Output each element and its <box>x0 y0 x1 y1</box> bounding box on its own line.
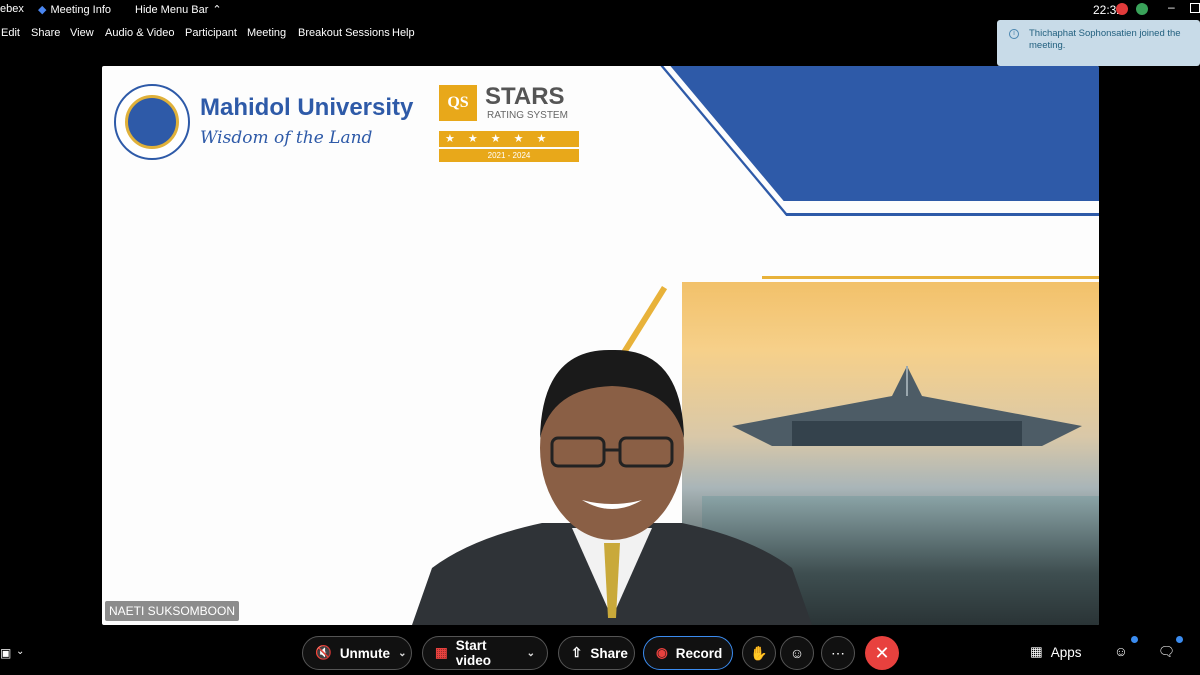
record-icon: ◉ <box>656 645 668 660</box>
recording-indicator-icon[interactable] <box>1116 3 1128 15</box>
share-label: Share <box>590 645 628 661</box>
app-name: ebex <box>0 3 24 15</box>
more-options-button[interactable]: ⋯ <box>821 636 855 670</box>
meeting-info-button[interactable]: ◆ Meeting Info <box>38 3 112 17</box>
university-seal-icon <box>114 84 190 160</box>
participants-notification-dot <box>1131 636 1138 643</box>
start-video-button[interactable]: ▦ Start video ⌄ <box>422 636 548 670</box>
slide-gold-line <box>762 276 1099 279</box>
qs-logo: QS <box>439 85 477 121</box>
slide-blue-banner <box>662 66 1099 201</box>
meeting-controls: ▣ ⌄ 🔇 Unmute ⌄ ▦ Start video ⌄ ⇧ Share ◉… <box>0 636 1200 672</box>
menu-breakout-sessions[interactable]: Breakout Sessions <box>298 27 390 39</box>
university-motto: Wisdom of the Land <box>200 128 373 148</box>
ellipsis-icon: ⋯ <box>831 644 845 661</box>
menu-view[interactable]: View <box>70 27 94 39</box>
video-off-icon: ▦ <box>435 645 448 660</box>
chat-notification-dot <box>1176 636 1183 643</box>
menu-participant[interactable]: Participant <box>185 27 237 39</box>
chevron-up-icon: ⌃ <box>212 4 222 16</box>
minimize-window-button[interactable]: – <box>1168 0 1175 14</box>
participants-icon: ☺ <box>1114 644 1128 659</box>
chat-bubble-icon: 🗨 <box>1158 644 1176 659</box>
record-label: Record <box>675 645 723 661</box>
menu-share[interactable]: Share <box>31 27 60 39</box>
meeting-info-label: Meeting Info <box>50 3 112 16</box>
menu-help[interactable]: Help <box>392 27 415 39</box>
star-rating-icon: ★★★★★ <box>445 133 560 145</box>
stars-title: STARS <box>485 83 565 110</box>
hide-menu-bar-button[interactable]: Hide Menu Bar ⌃ <box>135 3 222 17</box>
chat-button[interactable]: 🗨 <box>1158 644 1175 660</box>
share-button[interactable]: ⇧ Share <box>558 636 635 670</box>
menu-meeting[interactable]: Meeting <box>247 27 286 39</box>
toast-message: Thichaphat Sophonsatien joined the meeti… <box>1029 28 1181 51</box>
layout-icon[interactable]: ▣ <box>0 646 11 660</box>
menu-edit[interactable]: Edit <box>1 27 20 39</box>
apps-label: Apps <box>1050 644 1082 660</box>
unmute-button[interactable]: 🔇 Unmute ⌄ <box>302 636 412 670</box>
network-stats-icon[interactable] <box>1136 3 1148 15</box>
menu-audio-video[interactable]: Audio & Video <box>105 27 175 39</box>
presenter-video <box>412 349 812 625</box>
presenter-name-tag: NAETI SUKSOMBOON <box>105 601 240 621</box>
close-icon: ✕ <box>874 642 890 663</box>
mic-muted-icon: 🔇 <box>315 645 332 660</box>
layout-chevron-icon[interactable]: ⌄ <box>16 646 24 657</box>
chevron-down-icon[interactable]: ⌄ <box>398 648 406 659</box>
video-stage[interactable]: Mahidol University Wisdom of the Land QS… <box>102 66 1099 625</box>
chevron-down-icon[interactable]: ⌄ <box>527 648 535 659</box>
university-name: Mahidol University <box>200 94 414 121</box>
info-icon: i <box>1009 29 1019 39</box>
raise-hand-button[interactable]: ✋ <box>742 636 776 670</box>
record-button[interactable]: ◉ Record <box>643 636 733 670</box>
join-notification-toast[interactable]: i Thichaphat Sophonsatien joined the mee… <box>997 20 1200 66</box>
stars-subtitle: RATING SYSTEM <box>487 110 568 121</box>
unmute-label: Unmute <box>339 645 391 661</box>
smiley-icon: ☺ <box>789 645 805 661</box>
share-screen-icon: ⇧ <box>571 645 583 660</box>
maximize-window-button[interactable] <box>1190 3 1200 13</box>
hand-icon: ✋ <box>750 644 768 661</box>
participants-button[interactable]: ☺ <box>1114 644 1128 659</box>
shield-icon: ◆ <box>38 4 47 16</box>
leave-meeting-button[interactable]: ✕ <box>865 636 899 670</box>
hide-menu-bar-label: Hide Menu Bar <box>135 3 209 16</box>
start-video-label: Start video <box>455 638 492 668</box>
title-bar: ebex ◆ Meeting Info Hide Menu Bar ⌃ 22:3… <box>0 0 1200 20</box>
apps-grid-icon: ▦ <box>1030 644 1043 659</box>
reactions-button[interactable]: ☺ <box>780 636 814 670</box>
stars-years: 2021 - 2024 <box>439 149 579 162</box>
apps-button[interactable]: ▦ Apps <box>1030 644 1082 660</box>
